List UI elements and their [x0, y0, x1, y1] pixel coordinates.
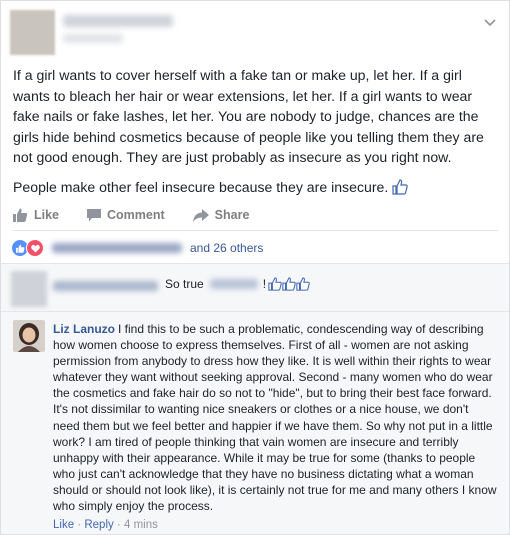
- comment-like-link[interactable]: Like: [53, 519, 74, 531]
- post-paragraph: If a girl wants to cover herself with a …: [13, 67, 484, 165]
- thumbs-up-emoji-icon: [296, 277, 310, 291]
- like-button[interactable]: Like: [13, 208, 59, 222]
- author-avatar[interactable]: [10, 10, 55, 55]
- comment-avatar[interactable]: [13, 320, 45, 352]
- love-reaction-icon: [26, 239, 44, 257]
- avatar-portrait: [13, 320, 45, 352]
- divider: [1, 263, 509, 264]
- comment-author[interactable]: Liz Lanuzo: [53, 322, 115, 336]
- chevron-down-icon[interactable]: [483, 15, 497, 29]
- divider: [1, 311, 509, 312]
- thumbs-up-emoji-icon: [392, 178, 409, 195]
- tagged-name-redacted[interactable]: [209, 279, 258, 289]
- post-body: If a girl wants to cover herself with a …: [13, 65, 498, 206]
- action-bar: Like Comment Share: [13, 202, 498, 228]
- comment-author-redacted[interactable]: [53, 281, 158, 291]
- thumbs-up-emoji-icon: [268, 277, 282, 291]
- comment-timestamp[interactable]: 4 mins: [124, 519, 158, 531]
- comment-icon: [87, 208, 102, 221]
- comment-button[interactable]: Comment: [87, 208, 165, 222]
- post-paragraph: People make other feel insecure because …: [13, 177, 498, 198]
- comment-text: So true !: [165, 277, 310, 291]
- share-icon: [192, 208, 209, 222]
- comment-avatar[interactable]: [11, 271, 47, 307]
- thumbs-up-icon: [13, 208, 28, 222]
- reactions-count[interactable]: and 26 others: [190, 241, 263, 255]
- comment-text: Liz Lanuzo I find this to be such a probl…: [53, 322, 497, 514]
- comment-reply-link[interactable]: Reply: [84, 519, 113, 531]
- share-button[interactable]: Share: [192, 208, 249, 222]
- divider: [13, 230, 498, 231]
- author-name-redacted[interactable]: [63, 15, 173, 27]
- comment-meta: Like · Reply · 4 mins: [53, 519, 158, 531]
- post-card: If a girl wants to cover herself with a …: [0, 0, 510, 535]
- post-time-redacted: [63, 34, 123, 43]
- comments-section: So true ! Liz Lanuzo I find this to be su…: [1, 263, 509, 534]
- reactor-names-redacted[interactable]: [52, 243, 182, 253]
- thumbs-up-emoji-icon: [282, 277, 296, 291]
- reactions-summary[interactable]: and 26 others: [11, 239, 263, 257]
